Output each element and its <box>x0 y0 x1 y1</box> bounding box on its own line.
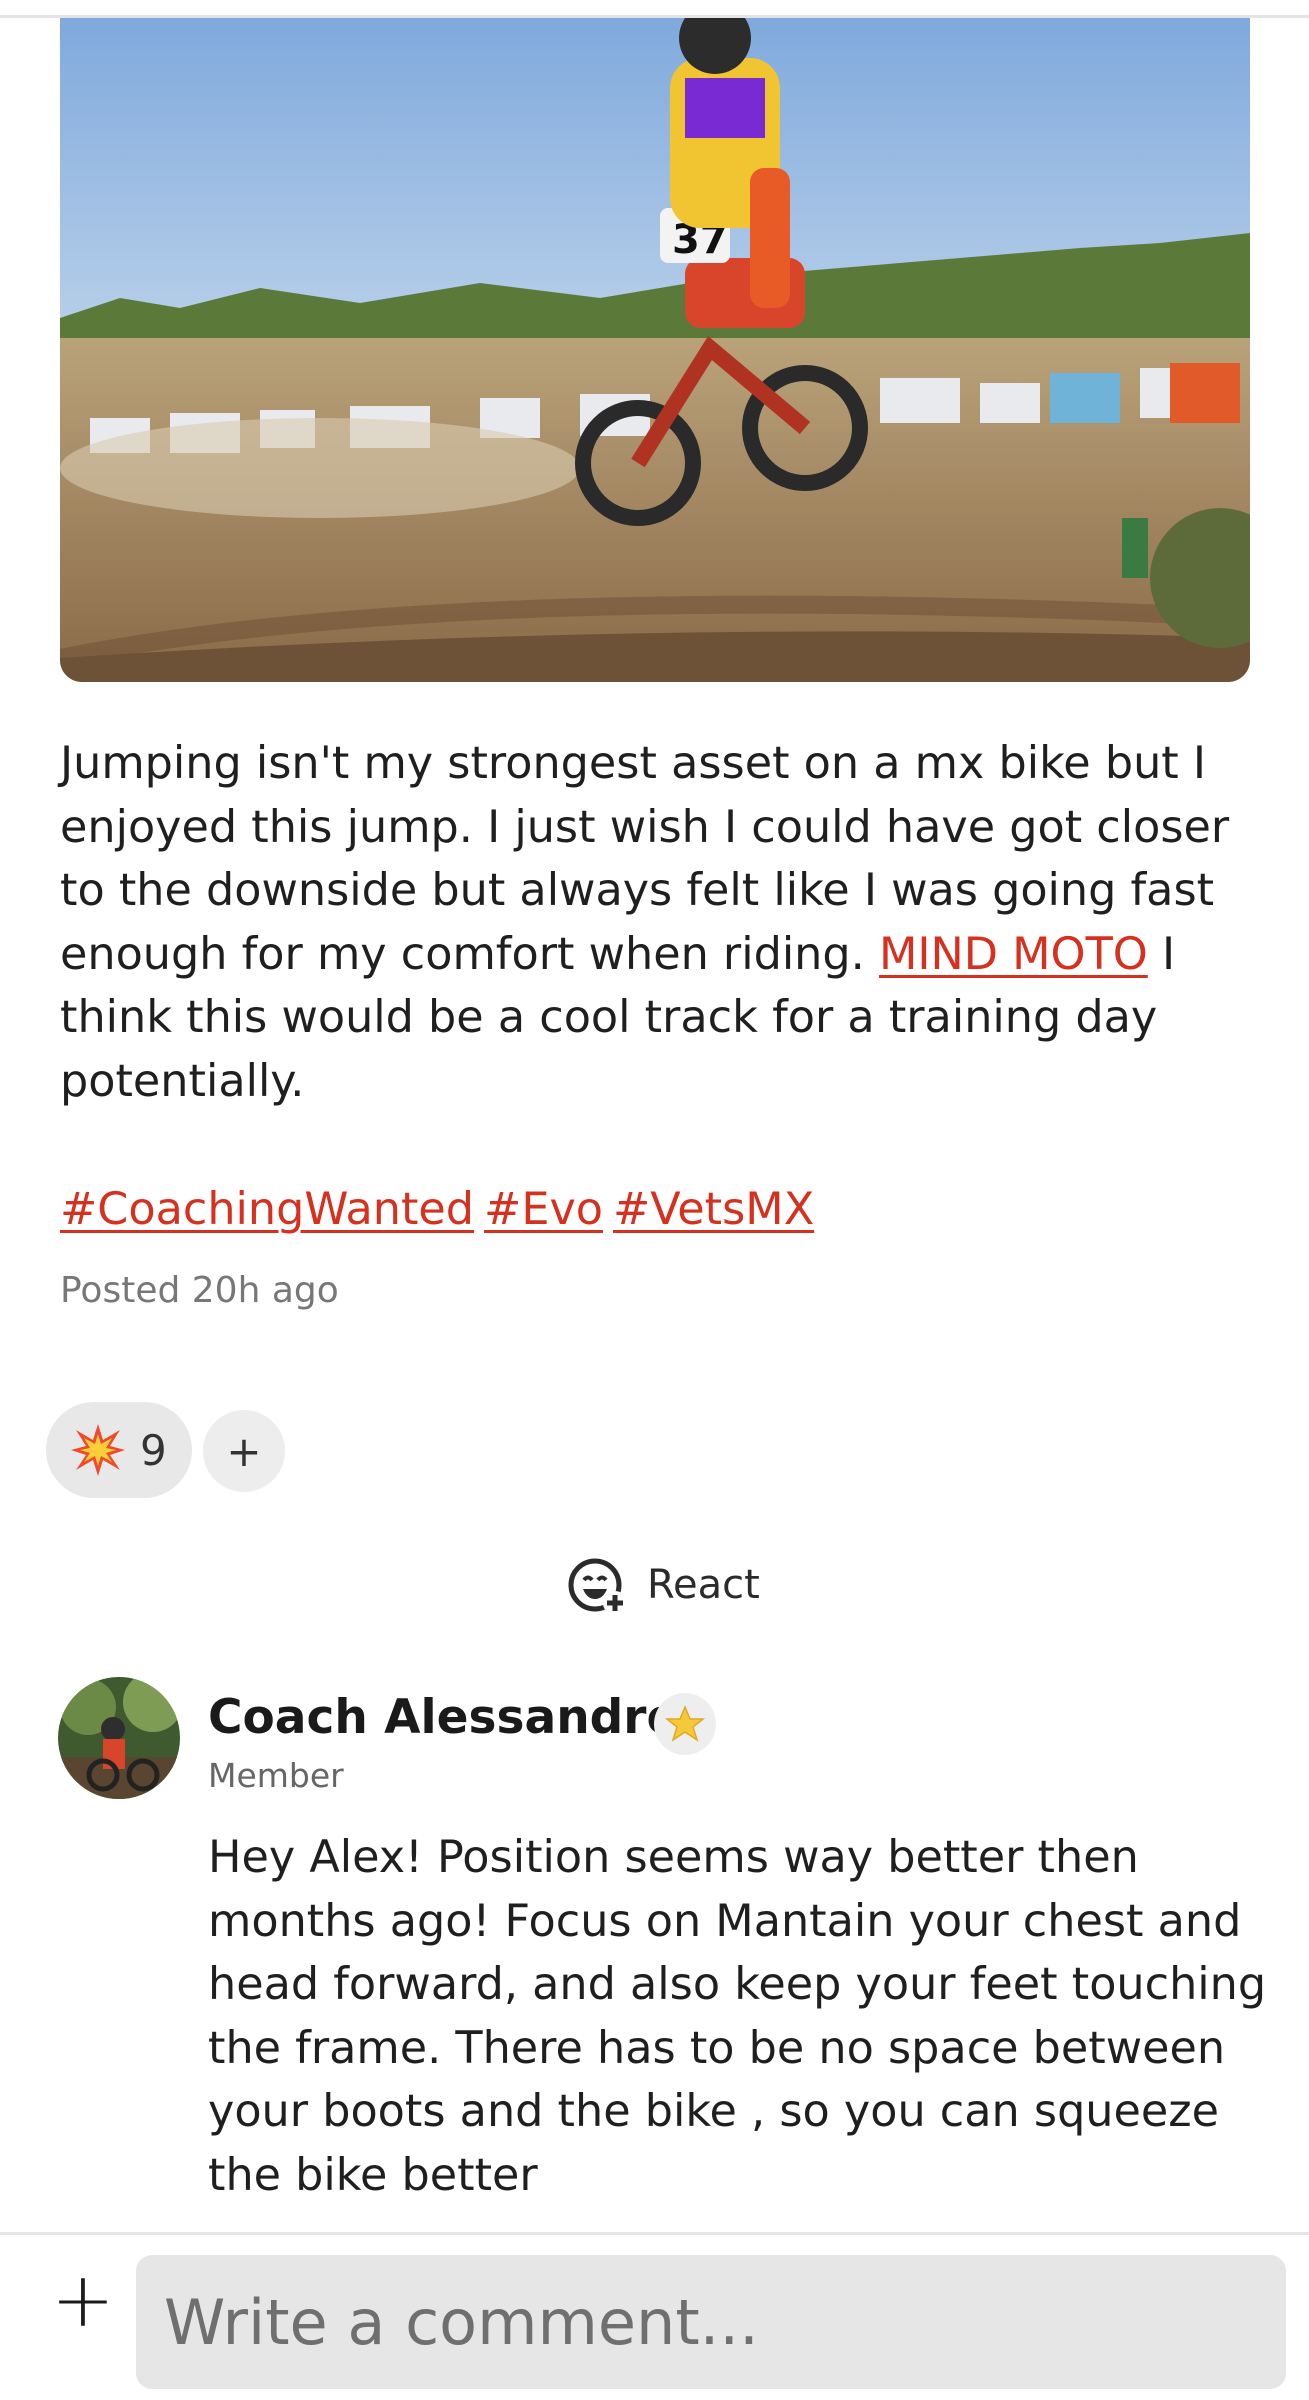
react-button[interactable]: React <box>565 1550 760 1620</box>
collision-icon <box>70 1422 126 1478</box>
reaction-count: 9 <box>140 1425 167 1475</box>
top-divider <box>0 0 1309 18</box>
posted-timestamp: Posted 20h ago <box>60 1270 339 1311</box>
hashtag-link[interactable]: #CoachingWanted <box>60 1184 474 1235</box>
post-body: Jumping isn't my strongest asset on a mx… <box>60 732 1260 1113</box>
comment-composer: + <box>0 2232 1309 2400</box>
reaction-chip[interactable]: 9 <box>46 1402 192 1498</box>
commenter-role: Member <box>208 1756 344 1795</box>
react-label: React <box>647 1562 760 1608</box>
hashtag-link[interactable]: #Evo <box>484 1184 603 1235</box>
commenter-name[interactable]: Coach Alessandro <box>208 1690 679 1745</box>
motocross-photo-illustration: 37 <box>60 18 1250 682</box>
mention-link[interactable]: MIND MOTO <box>879 929 1148 980</box>
add-attachment-button[interactable]: + <box>48 2262 118 2338</box>
hashtag-list: #CoachingWanted #Evo #VetsMX <box>60 1178 824 1241</box>
avatar[interactable] <box>58 1677 180 1799</box>
smiley-plus-icon <box>565 1553 629 1617</box>
comment-input[interactable] <box>136 2255 1286 2389</box>
comment-text: Hey Alex! Position seems way better then… <box>208 1832 1267 2201</box>
add-reaction-button[interactable]: + <box>203 1410 285 1492</box>
post-photo[interactable]: 37 <box>60 18 1250 682</box>
hashtag-link[interactable]: #VetsMX <box>613 1184 814 1235</box>
star-icon <box>654 1693 716 1755</box>
